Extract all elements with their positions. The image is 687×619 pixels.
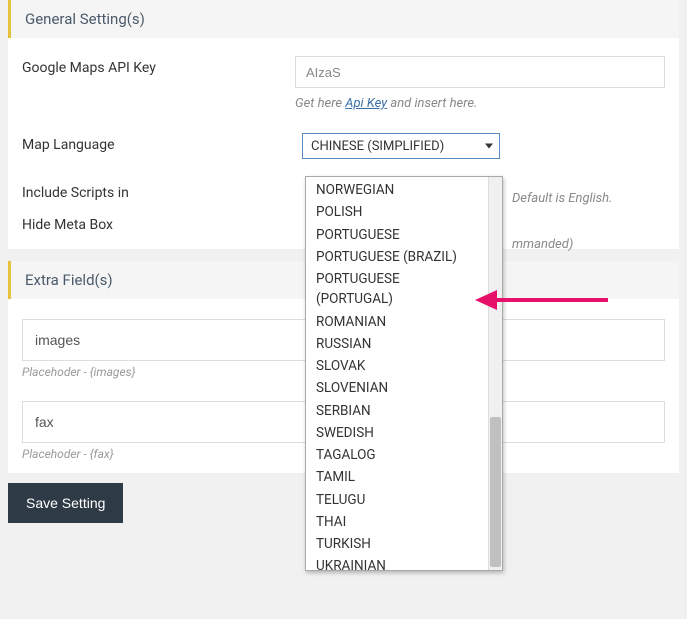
map-language-selected: CHINESE (SIMPLIFIED) bbox=[311, 139, 444, 154]
dropdown-item[interactable]: UKRAINIAN bbox=[306, 555, 488, 570]
hide-meta-label: Hide Meta Box bbox=[22, 213, 302, 233]
dropdown-item[interactable]: SWEDISH bbox=[306, 422, 488, 444]
dropdown-item[interactable]: SERBIAN bbox=[306, 400, 488, 422]
dropdown-item[interactable]: PORTUGUESE (PORTUGAL) bbox=[306, 268, 488, 311]
dropdown-item[interactable]: TAGALOG bbox=[306, 444, 488, 466]
dropdown-item[interactable]: TELUGU bbox=[306, 489, 488, 511]
api-key-row: Google Maps API Key Get here Api Key and… bbox=[22, 56, 665, 111]
api-key-input[interactable] bbox=[295, 56, 665, 88]
api-key-helper: Get here Api Key and insert here. bbox=[295, 96, 665, 111]
api-key-helper-prefix: Get here bbox=[295, 96, 345, 111]
dropdown-item[interactable]: TURKISH bbox=[306, 533, 488, 555]
dropdown-item[interactable]: THAI bbox=[306, 511, 488, 533]
dropdown-item[interactable]: RUSSIAN bbox=[306, 333, 488, 355]
dropdown-list[interactable]: NORWEGIANPOLISHPORTUGUESEPORTUGUESE (BRA… bbox=[306, 177, 488, 570]
dropdown-scrollbar[interactable] bbox=[488, 177, 502, 570]
api-key-helper-suffix: and insert here. bbox=[387, 96, 477, 111]
include-scripts-hint: mmanded) bbox=[512, 237, 573, 252]
dropdown-item[interactable]: SLOVENIAN bbox=[306, 377, 488, 399]
dropdown-item[interactable]: PORTUGUESE bbox=[306, 224, 488, 246]
general-settings-header: General Setting(s) bbox=[8, 0, 679, 38]
dropdown-item[interactable]: ROMANIAN bbox=[306, 311, 488, 333]
dropdown-item[interactable]: SLOVAK bbox=[306, 355, 488, 377]
api-key-label: Google Maps API Key bbox=[22, 56, 295, 111]
dropdown-item[interactable]: TAMIL bbox=[306, 466, 488, 488]
api-key-control: Get here Api Key and insert here. bbox=[295, 56, 665, 111]
map-language-select[interactable]: CHINESE (SIMPLIFIED) bbox=[302, 133, 500, 159]
map-language-dropdown: NORWEGIANPOLISHPORTUGUESEPORTUGUESE (BRA… bbox=[305, 176, 503, 571]
map-language-hint: Default is English. bbox=[512, 191, 612, 206]
include-scripts-label: Include Scripts in bbox=[22, 181, 302, 201]
dropdown-item[interactable]: PORTUGUESE (BRAZIL) bbox=[306, 246, 488, 268]
scrollbar-thumb[interactable] bbox=[490, 417, 501, 567]
api-key-link[interactable]: Api Key bbox=[345, 96, 387, 111]
save-button[interactable]: Save Setting bbox=[8, 483, 123, 523]
map-language-row: Map Language CHINESE (SIMPLIFIED) bbox=[22, 133, 665, 159]
dropdown-item[interactable]: POLISH bbox=[306, 201, 488, 223]
map-language-control: CHINESE (SIMPLIFIED) bbox=[302, 133, 665, 159]
map-language-label: Map Language bbox=[22, 133, 302, 159]
chevron-down-icon bbox=[485, 144, 493, 149]
dropdown-item[interactable]: NORWEGIAN bbox=[306, 179, 488, 201]
